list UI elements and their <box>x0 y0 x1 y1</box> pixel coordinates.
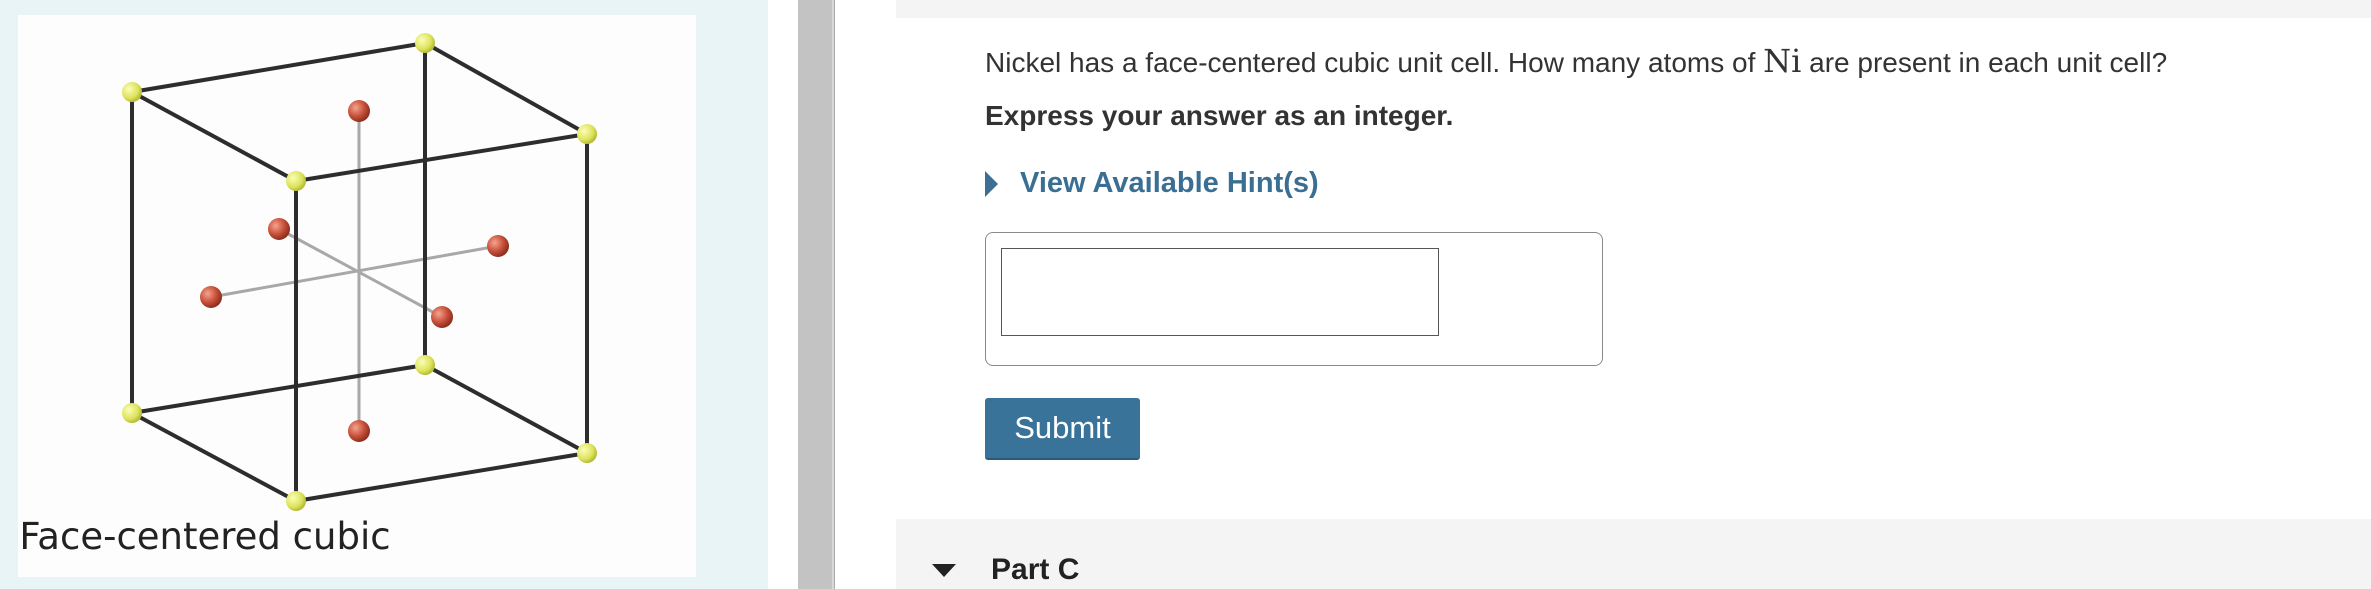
face-atom <box>487 235 509 257</box>
face-atom <box>268 218 290 240</box>
previous-part-strip <box>896 0 2371 18</box>
part-c-title: Part C <box>991 553 1080 586</box>
corner-atom <box>415 33 435 53</box>
submit-button[interactable]: Submit <box>985 398 1140 460</box>
element-symbol: Ni <box>1763 42 1802 80</box>
view-hints-toggle[interactable]: View Available Hint(s) <box>985 167 1319 200</box>
face-atom <box>348 420 370 442</box>
corner-atom <box>122 403 142 423</box>
part-c-header[interactable]: Part C <box>896 519 2371 589</box>
corner-atom <box>286 171 306 191</box>
answer-input[interactable] <box>1001 248 1439 336</box>
answer-container <box>985 232 1603 366</box>
question-pane: Nickel has a face-centered cubic unit ce… <box>836 0 2371 589</box>
corner-atom <box>286 491 306 511</box>
caret-right-icon <box>985 170 998 197</box>
view-hints-label[interactable]: View Available Hint(s) <box>1020 167 1319 200</box>
splitter-edge <box>832 0 834 589</box>
pane-splitter[interactable] <box>798 0 835 589</box>
pane-gap <box>768 0 798 589</box>
face-atom <box>431 306 453 328</box>
question-text: Nickel has a face-centered cubic unit ce… <box>985 42 2167 80</box>
corner-atom <box>415 355 435 375</box>
question-text-after: are present in each unit cell? <box>1801 47 2168 78</box>
figure-caption: Face-centered cubic <box>19 515 391 558</box>
fcc-unit-cell-diagram <box>122 33 597 511</box>
caret-down-icon <box>932 564 956 577</box>
answer-instruction: Express your answer as an integer. <box>985 100 1454 131</box>
corner-atom <box>577 124 597 144</box>
question-text-before: Nickel has a face-centered cubic unit ce… <box>985 47 1764 78</box>
corner-atom <box>122 82 142 102</box>
corner-atom <box>577 443 597 463</box>
fcc-figure: Face-centered cubic <box>18 15 696 577</box>
face-atom <box>200 286 222 308</box>
figure-pane: Face-centered cubic <box>0 0 768 589</box>
face-atom <box>348 100 370 122</box>
